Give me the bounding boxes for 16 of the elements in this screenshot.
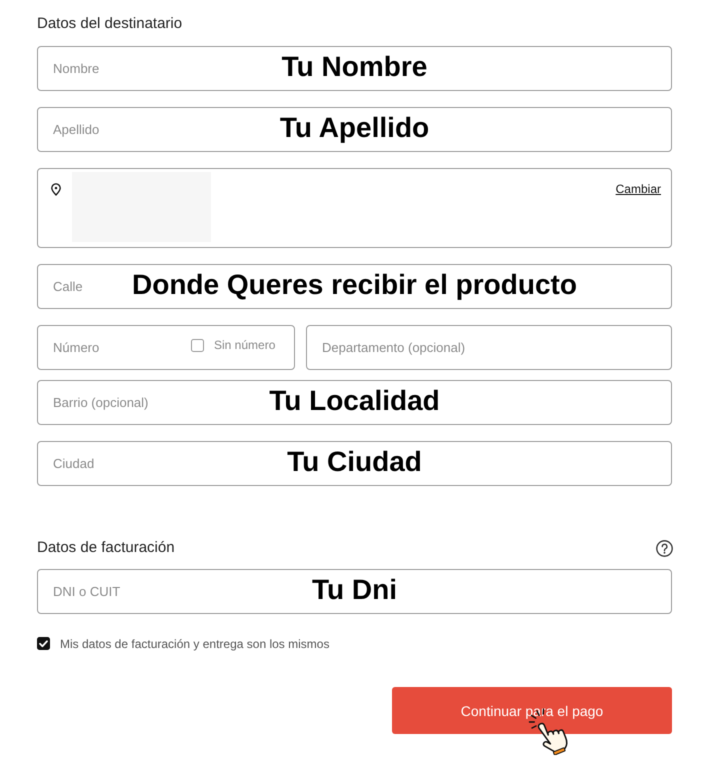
input-field[interactable]: Departamento (opcional): [306, 325, 672, 370]
location-pin-icon: [51, 183, 61, 196]
checkbox[interactable]: [37, 637, 50, 650]
checkbox-label: Mis datos de facturación y entrega son los mismos: [60, 636, 330, 650]
checkbox-label: Sin número: [214, 338, 276, 352]
annotation-text: Donde Queres recibir el producto: [132, 269, 577, 301]
annotation-text: Tu Nombre: [282, 51, 428, 83]
annotation-text: Tu Apellido: [280, 112, 430, 144]
checkbox[interactable]: [191, 338, 204, 352]
annotation-text: Tu Dni: [312, 574, 397, 606]
change-link[interactable]: Cambiar: [616, 182, 661, 196]
annotation-text: Tu Ciudad: [287, 446, 422, 478]
annotation-text: Tu Localidad: [269, 385, 440, 417]
section-title: Datos del destinatario: [37, 14, 184, 34]
help-icon[interactable]: [656, 540, 673, 556]
section-title: Datos de facturación: [37, 538, 175, 558]
